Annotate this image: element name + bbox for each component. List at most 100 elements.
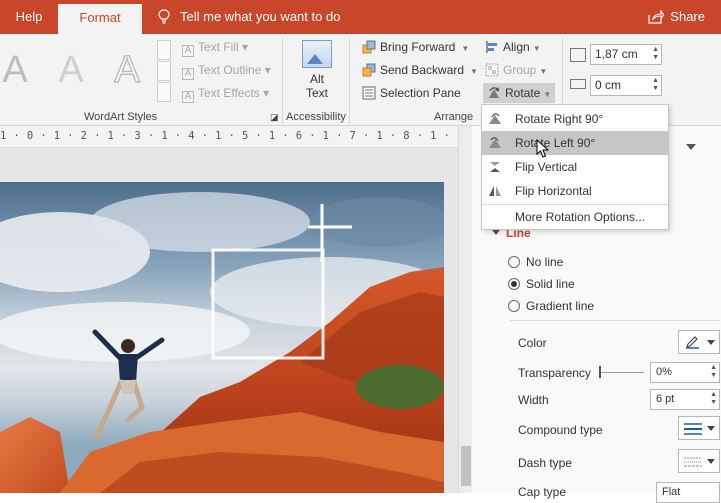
chevron-down-icon[interactable]: ▼: [543, 90, 551, 99]
rotate-icon: [489, 87, 500, 98]
mouse-cursor-icon: [536, 139, 550, 158]
transparency-spinner[interactable]: ▲ ▼: [710, 364, 717, 380]
text-fill-icon: A: [182, 45, 194, 57]
rotate-right-item[interactable]: Rotate Right 90°: [482, 107, 668, 131]
slide-photo[interactable]: [0, 182, 444, 493]
flip-vertical-item[interactable]: Flip Vertical: [482, 155, 668, 179]
width-label: Width: [518, 393, 549, 407]
chevron-down-icon[interactable]: ▼: [533, 44, 541, 53]
dash-line-icon: [684, 457, 702, 467]
shape-height-value: 1,87 cm: [595, 47, 638, 61]
dash-type-dropdown[interactable]: [678, 449, 720, 473]
color-label: Color: [518, 336, 547, 350]
ribbon-tab-bar: Help Format Tell me what you want to do …: [0, 0, 721, 34]
shape-height-field[interactable]: 1,87 cm ▲ ▼: [590, 44, 662, 65]
more-rotation-options-item[interactable]: More Rotation Options...: [482, 205, 668, 229]
accessibility-group-label: Accessibility: [286, 111, 346, 123]
text-outline-button[interactable]: A Text Outline ▾: [182, 61, 271, 80]
selection-pane-label: Selection Pane: [380, 86, 461, 100]
wordart-gallery-scroll[interactable]: [157, 40, 171, 102]
pen-color-icon: [686, 336, 699, 349]
chevron-down-icon[interactable]: ▼: [461, 44, 469, 53]
slide-canvas[interactable]: [0, 148, 458, 493]
alt-text-button[interactable]: Alt Text: [293, 40, 341, 100]
send-backward-button[interactable]: Send Backward ▼: [362, 60, 478, 80]
horizontal-ruler: 1 · 0 · 1 · 2 · 1 · 3 · 1 · 4 · 1 · 5 · …: [0, 126, 692, 148]
vertical-scrollbar[interactable]: [458, 126, 472, 493]
divider: [349, 38, 350, 124]
flip-horizontal-label: Flip Horizontal: [515, 184, 592, 198]
flip-vertical-icon: [490, 162, 500, 172]
scrollbar-thumb[interactable]: [461, 446, 471, 486]
selection-pane-button[interactable]: Selection Pane: [362, 83, 461, 103]
tab-help[interactable]: Help: [6, 0, 52, 34]
tab-format[interactable]: Format: [58, 4, 142, 34]
text-effects-button[interactable]: A Text Effects ▾: [182, 84, 269, 103]
gradient-line-option[interactable]: Gradient line: [508, 297, 594, 315]
alt-text-label-2: Text: [305, 86, 328, 100]
bring-forward-label: Bring Forward: [380, 40, 456, 54]
rotate-menu: Rotate Right 90° Rotate Left 90° Flip Ve…: [481, 104, 669, 230]
gallery-up-arrow[interactable]: [157, 40, 171, 60]
width-value: 6 pt: [656, 393, 675, 405]
no-line-radio[interactable]: [508, 256, 520, 268]
chevron-down-icon: ▼: [539, 67, 548, 76]
share-icon: [648, 9, 665, 24]
width-spinner[interactable]: ▲ ▼: [652, 77, 659, 93]
bring-forward-icon: [362, 40, 376, 54]
color-picker[interactable]: [678, 330, 720, 354]
alt-text-label-1: Alt: [309, 72, 324, 86]
send-backward-icon: [362, 63, 376, 77]
chevron-down-icon[interactable]: ▼: [470, 67, 478, 76]
gradient-line-radio[interactable]: [508, 300, 520, 312]
align-label: Align: [503, 40, 530, 54]
width-spinner[interactable]: ▲ ▼: [710, 391, 717, 407]
tell-me-search[interactable]: Tell me what you want to do: [158, 0, 340, 34]
flip-horizontal-item[interactable]: Flip Horizontal: [482, 179, 668, 203]
align-button[interactable]: Align ▼: [485, 37, 541, 57]
wordart-group-label: WordArt Styles: [84, 111, 158, 123]
transparency-value: 0%: [656, 366, 672, 378]
transparency-field[interactable]: 0% ▲ ▼: [650, 362, 720, 383]
solid-line-radio[interactable]: [508, 278, 520, 290]
share-label: Share: [670, 9, 705, 24]
divider: [282, 38, 283, 124]
arrange-group-label: Arrange: [434, 111, 474, 123]
collapse-triangle-icon: [492, 230, 500, 235]
shape-width-field[interactable]: 0 cm ▲ ▼: [590, 75, 662, 96]
gallery-more-arrow[interactable]: [157, 82, 171, 102]
solid-line-option[interactable]: Solid line: [508, 275, 575, 293]
wordart-style-1[interactable]: A: [0, 46, 38, 94]
text-effects-icon: A: [182, 91, 194, 103]
rotate-left-icon: [489, 137, 501, 148]
share-button[interactable]: Share: [648, 0, 705, 34]
rotate-left-item[interactable]: Rotate Left 90°: [482, 131, 668, 155]
compound-type-dropdown[interactable]: [678, 416, 720, 440]
transparency-slider-track[interactable]: [600, 372, 644, 373]
wordart-style-3[interactable]: A: [104, 46, 150, 94]
wordart-style-2[interactable]: A: [48, 46, 94, 94]
rotate-right-icon: [489, 113, 501, 124]
dialog-launcher-icon[interactable]: ◪: [270, 110, 279, 124]
chevron-down-icon: [707, 426, 715, 431]
no-line-label: No line: [526, 255, 564, 269]
pane-options-chevron-icon[interactable]: [686, 144, 696, 150]
group-icon: [485, 63, 499, 77]
height-spinner[interactable]: ▲ ▼: [652, 46, 659, 62]
width-field[interactable]: 6 pt ▲ ▼: [650, 389, 720, 410]
text-fill-button[interactable]: A Text Fill ▾: [182, 38, 248, 57]
compound-line-icon: [684, 423, 702, 435]
rotate-button[interactable]: Rotate ▼: [483, 83, 556, 103]
gallery-down-arrow[interactable]: [157, 61, 171, 81]
group-button[interactable]: Group ▼: [485, 60, 547, 80]
bring-forward-button[interactable]: Bring Forward ▼: [362, 37, 469, 57]
transparency-label: Transparency: [518, 366, 591, 380]
text-outline-icon: A: [182, 68, 194, 80]
shape-width-value: 0 cm: [595, 78, 622, 92]
alt-text-icon: [302, 40, 332, 68]
transparency-slider-thumb[interactable]: [599, 366, 601, 378]
no-line-option[interactable]: No line: [508, 253, 563, 271]
rotate-left-label: Rotate Left 90°: [515, 136, 596, 150]
cap-type-value: Flat: [662, 486, 681, 498]
align-icon: [486, 41, 497, 53]
